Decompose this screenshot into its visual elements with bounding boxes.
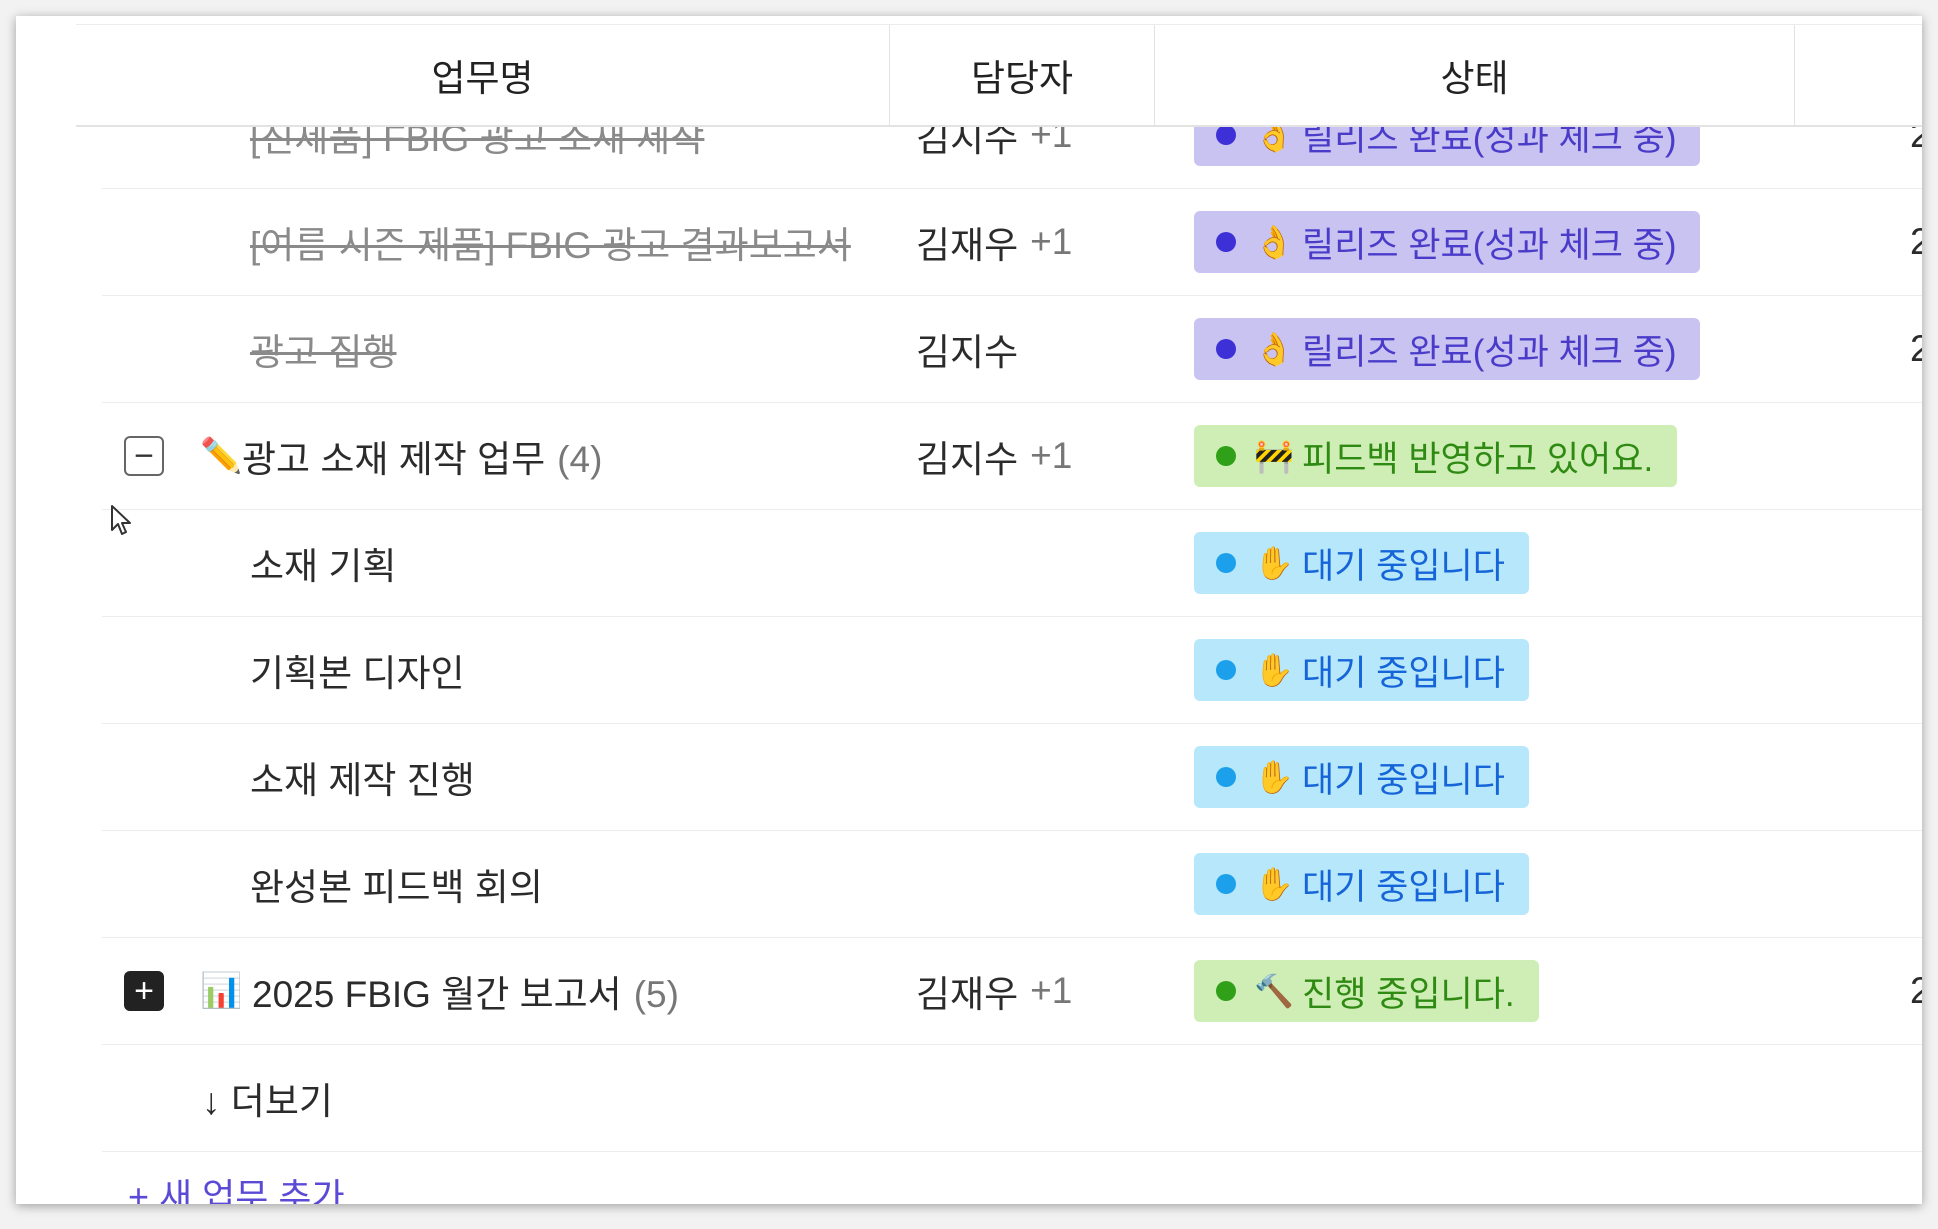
status-badge[interactable]: ✋ 대기 중입니다	[1194, 853, 1529, 915]
status-badge[interactable]: ✋ 대기 중입니다	[1194, 746, 1529, 808]
status-cell[interactable]: ✋ 대기 중입니다	[1194, 724, 1529, 830]
raised-hand-icon: ✋	[1254, 652, 1294, 688]
table-row-group[interactable]: + 📊 2025 FBIG 월간 보고서 (5) 김재우 +1 🔨 진행 중입니다…	[102, 938, 1922, 1045]
pencil-icon: ✏️	[200, 437, 243, 475]
group-label: 광고 소재 제작 업무 (4)	[242, 429, 602, 483]
add-task-button[interactable]: + 새 업무 추가	[128, 1168, 345, 1204]
task-table-window: [신제품] FBIG 광고 소재 제작 김지수 +1 👌 릴리즈 완료(성과 체…	[16, 16, 1922, 1204]
task-name-cell[interactable]: 광고 집행	[102, 296, 892, 402]
show-more-cell[interactable]: ↓ 더보기	[102, 1045, 892, 1151]
task-name: 광고 집행	[250, 332, 397, 373]
assignee-extra-count: +1	[1030, 435, 1073, 476]
task-name: 완성본 피드백 회의	[250, 867, 543, 908]
table-header: 업무명 담당자 상태	[76, 24, 1922, 127]
column-header-date[interactable]	[1795, 25, 1922, 125]
status-cell[interactable]: 👌 릴리즈 완료(성과 체크 중)	[1194, 189, 1701, 295]
raised-hand-icon: ✋	[1254, 759, 1294, 795]
status-label: 릴리즈 완료(성과 체크 중)	[1302, 225, 1677, 265]
task-rows: [신제품] FBIG 광고 소재 제작 김지수 +1 👌 릴리즈 완료(성과 체…	[16, 16, 1922, 1204]
status-label: 피드백 반영하고 있어요.	[1302, 439, 1654, 479]
assignee-cell[interactable]: 김재우 +1	[916, 938, 1072, 1044]
construction-icon: 🚧	[1254, 438, 1294, 474]
ok-hand-icon: 👌	[1254, 224, 1294, 260]
task-name: 광고 소재 제작 업무	[242, 439, 546, 480]
status-dot	[1216, 125, 1236, 145]
assignee-name: 김지수	[916, 439, 1019, 480]
date-cell[interactable]: 20	[1910, 296, 1922, 402]
column-header-assignee[interactable]: 담당자	[890, 25, 1155, 125]
status-badge[interactable]: 🚧 피드백 반영하고 있어요.	[1194, 425, 1678, 487]
task-name-cell[interactable]: 소재 기획	[102, 510, 892, 616]
collapse-toggle-button[interactable]: −	[124, 436, 164, 476]
task-name: [여름 시즌 제품] FBIG 광고 결과보고서	[250, 225, 851, 266]
raised-hand-icon: ✋	[1254, 866, 1294, 902]
status-dot	[1216, 553, 1236, 573]
status-label: 대기 중입니다	[1302, 760, 1505, 800]
table-row[interactable]: 소재 기획 ✋ 대기 중입니다	[102, 510, 1922, 617]
table-row[interactable]: 완성본 피드백 회의 ✋ 대기 중입니다	[102, 831, 1922, 938]
table-row[interactable]: 소재 제작 진행 ✋ 대기 중입니다	[102, 724, 1922, 831]
status-cell[interactable]: 👌 릴리즈 완료(성과 체크 중)	[1194, 296, 1701, 402]
ok-hand-icon: 👌	[1254, 331, 1294, 367]
column-header-status[interactable]: 상태	[1155, 25, 1795, 125]
assignee-name: 김재우	[916, 225, 1019, 266]
task-name-cell[interactable]: [여름 시즌 제품] FBIG 광고 결과보고서	[102, 189, 892, 295]
status-dot	[1216, 981, 1236, 1001]
show-more-row[interactable]: ↓ 더보기	[102, 1045, 1922, 1152]
raised-hand-icon: ✋	[1254, 545, 1294, 581]
status-badge[interactable]: 🔨 진행 중입니다.	[1194, 960, 1539, 1022]
status-badge[interactable]: 👌 릴리즈 완료(성과 체크 중)	[1194, 318, 1701, 380]
assignee-name: 김재우	[916, 974, 1019, 1015]
status-label: 진행 중입니다.	[1302, 974, 1515, 1014]
status-badge[interactable]: 👌 릴리즈 완료(성과 체크 중)	[1194, 211, 1701, 273]
table-row[interactable]: 기획본 디자인 ✋ 대기 중입니다	[102, 617, 1922, 724]
status-badge[interactable]: ✋ 대기 중입니다	[1194, 532, 1529, 594]
status-cell[interactable]: ✋ 대기 중입니다	[1194, 831, 1529, 937]
column-header-task-name[interactable]: 업무명	[76, 25, 890, 125]
assignee-cell[interactable]: 김지수	[916, 296, 1018, 402]
task-name-cell[interactable]: − ✏️ 광고 소재 제작 업무 (4)	[102, 403, 892, 509]
table-row[interactable]: 광고 집행 김지수 👌 릴리즈 완료(성과 체크 중) 20	[102, 296, 1922, 403]
assignee-extra-count: +1	[1030, 221, 1073, 262]
task-name-cell[interactable]: + 📊 2025 FBIG 월간 보고서 (5)	[102, 938, 892, 1044]
table-row-group[interactable]: − ✏️ 광고 소재 제작 업무 (4) 김지수 +1 🚧 피드백 반영하고 있어…	[102, 403, 1922, 510]
subtask-count: (4)	[557, 439, 603, 480]
show-more-button[interactable]: ↓ 더보기	[202, 1071, 333, 1125]
group-label: 2025 FBIG 월간 보고서 (5)	[252, 964, 679, 1018]
assignee-cell[interactable]: 김재우 +1	[916, 189, 1072, 295]
task-name-cell[interactable]: 완성본 피드백 회의	[102, 831, 892, 937]
task-name-cell[interactable]: 소재 제작 진행	[102, 724, 892, 830]
assignee-cell[interactable]: 김지수 +1	[916, 403, 1072, 509]
status-label: 릴리즈 완료(성과 체크 중)	[1302, 332, 1677, 372]
task-name: 소재 제작 진행	[250, 760, 475, 801]
status-badge[interactable]: ✋ 대기 중입니다	[1194, 639, 1529, 701]
task-name: 소재 기획	[250, 546, 397, 587]
status-dot	[1216, 874, 1236, 894]
date-cell[interactable]: 20	[1910, 189, 1922, 295]
status-cell[interactable]: 🚧 피드백 반영하고 있어요.	[1194, 403, 1678, 509]
status-cell[interactable]: ✋ 대기 중입니다	[1194, 617, 1529, 723]
status-dot	[1216, 339, 1236, 359]
hammer-icon: 🔨	[1254, 973, 1294, 1009]
assignee-extra-count: +1	[1030, 970, 1073, 1011]
task-name: 2025 FBIG 월간 보고서	[252, 974, 622, 1015]
status-dot	[1216, 660, 1236, 680]
status-label: 대기 중입니다	[1302, 546, 1505, 586]
subtask-count: (5)	[633, 974, 679, 1015]
status-label: 대기 중입니다	[1302, 653, 1505, 693]
bar-chart-icon: 📊	[200, 972, 243, 1010]
task-name-cell[interactable]: 기획본 디자인	[102, 617, 892, 723]
date-cell[interactable]: 20	[1910, 938, 1922, 1044]
task-name: 기획본 디자인	[250, 653, 465, 694]
status-dot	[1216, 232, 1236, 252]
status-cell[interactable]: ✋ 대기 중입니다	[1194, 510, 1529, 616]
expand-toggle-button[interactable]: +	[124, 971, 164, 1011]
assignee-name: 김지수	[916, 332, 1019, 373]
status-dot	[1216, 767, 1236, 787]
status-label: 대기 중입니다	[1302, 867, 1505, 907]
status-dot	[1216, 446, 1236, 466]
status-cell[interactable]: 🔨 진행 중입니다.	[1194, 938, 1539, 1044]
table-row[interactable]: [여름 시즌 제품] FBIG 광고 결과보고서 김재우 +1 👌 릴리즈 완료…	[102, 189, 1922, 296]
mouse-cursor-icon	[111, 505, 131, 535]
